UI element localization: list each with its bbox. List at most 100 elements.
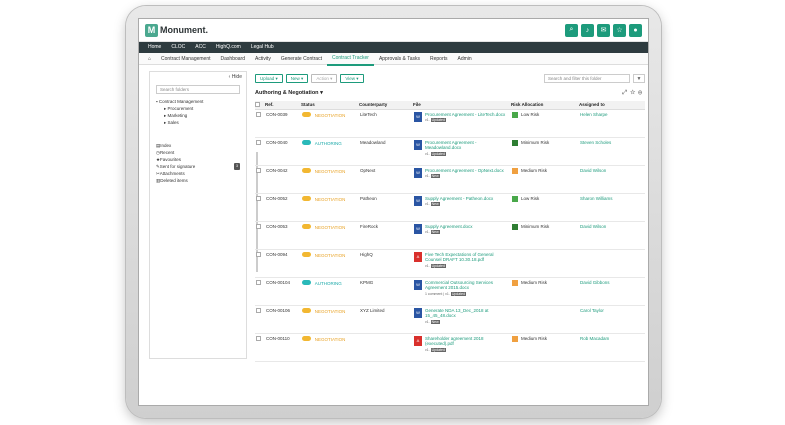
assignee-link[interactable]: Helen Sharpe [580,112,608,117]
table-row[interactable]: CON-0042 NEGOTIATION OpNext W Procurement… [255,165,645,194]
file-cell: W Supply Agreement.docx v1. New [413,221,511,250]
bell-icon[interactable]: ♪ [581,23,594,37]
status-label: AUTHORING [314,280,342,286]
global-nav: Home CLOC ACC HighQ.com Legal Hub [139,42,648,53]
menu-reports[interactable]: Reports [425,53,453,65]
star-icon[interactable]: ☆ [613,23,626,37]
counterparty-cell [359,333,413,362]
sidebar-item-recent[interactable]: ◷ Recent [156,149,240,156]
file-meta: v1. [425,319,430,324]
search-icon[interactable]: ⌕ [565,23,578,37]
mail-icon[interactable]: ✉ [597,23,610,37]
menu-activity[interactable]: Activity [250,53,276,65]
table-row[interactable]: CON-0039 NEGOTIATION LiteTech W Procureme… [255,109,645,138]
assignee-link[interactable]: Sharon Williams [580,196,613,201]
col-status[interactable]: Status [301,101,359,110]
counterparty-cell: OpNext [359,165,413,194]
file-meta: 1 comment | v1. [425,291,450,296]
table-row[interactable]: CON-0040 AUTHORING Meadowland W Procureme… [255,137,645,166]
nav-acc[interactable]: ACC [190,42,211,53]
word-file-icon: W [414,279,422,290]
assignee-link[interactable]: Steven Scholes [580,140,611,145]
table-row[interactable]: CON-00104 AUTHORING KPMG W Commercial Out… [255,277,645,306]
table-row[interactable]: CON-0053 NEGOTIATION FireRock W Supply Ag… [255,221,645,250]
view-icons[interactable]: ⤢☆⊖ [622,90,645,97]
filter-icon[interactable]: ▼ [633,74,645,83]
sidebar-item-index[interactable]: ▤ Index [156,142,240,149]
menu-admin[interactable]: Admin [453,53,477,65]
menu-generate-contract[interactable]: Generate Contract [276,53,327,65]
assigned-cell: Helen Sharpe [579,109,645,138]
action-button[interactable]: Action ▾ [311,74,338,83]
logo[interactable]: M Monument. [145,23,208,37]
hide-button[interactable]: ‹ Hide [150,72,246,82]
folder-procurement[interactable]: ▸ Procurement [156,105,240,112]
risk-cell: Low Risk [511,193,579,222]
nav-legal-hub[interactable]: Legal Hub [246,42,279,53]
folder-marketing[interactable]: ▸ Marketing [156,112,240,119]
risk-label: Minimum Risk [521,139,550,145]
assignee-link[interactable]: Carol Taylor [580,308,604,313]
nav-home[interactable]: Home [143,42,166,53]
risk-swatch [512,111,518,118]
counterparty-cell: LiteTech [359,109,413,138]
home-icon[interactable]: ⌂ [143,53,156,65]
menu-contract-management[interactable]: Contract Management [156,53,215,65]
row-checkbox[interactable] [255,305,265,334]
view-title[interactable]: Authoring & Negotiation ▾ ⤢☆⊖ [255,90,645,97]
col-risk[interactable]: Risk Allocation [511,101,579,110]
nav-cloc[interactable]: CLOC [166,42,190,53]
risk-label: Medium Risk [521,167,548,173]
folder-search-input[interactable]: Search folders [156,85,240,94]
folder-root[interactable]: ▪ Contract Management [156,98,240,105]
table-row[interactable]: CON-00106 NEGOTIATION XYZ Limited W Gener… [255,305,645,334]
file-link[interactable]: Commercial Outsourcing Services Agreemen… [425,280,510,291]
user-icon[interactable]: ● [629,23,642,37]
row-checkbox[interactable] [255,333,265,362]
row-checkbox[interactable] [255,277,265,306]
new-button[interactable]: New ▾ [285,74,309,83]
row-checkbox[interactable] [255,221,265,250]
status-pill [302,279,311,285]
col-counterparty[interactable]: Counterparty [359,101,413,110]
ref-cell: CON-0053 [265,221,301,250]
nav-highq[interactable]: HighQ.com [211,42,246,53]
sidebar-item-deleted[interactable]: ▥ Deleted items [156,177,240,184]
assignee-link[interactable]: David Gibbons [580,280,610,285]
table-row[interactable]: CON-00110 NEGOTIATION A Shareholder agree… [255,333,645,362]
file-link[interactable]: Shareholder agreement 2018 (executed).pd… [425,336,510,347]
file-link[interactable]: Five Tech Expectations of General Counse… [425,252,510,263]
select-all[interactable] [255,101,265,110]
view-button[interactable]: View ▾ [340,74,364,83]
row-checkbox[interactable] [255,165,265,194]
folder-sales[interactable]: ▸ Sales [156,119,240,126]
file-link[interactable]: Supply Agreement.docx [425,224,473,230]
row-checkbox[interactable] [255,193,265,222]
menu-dashboard[interactable]: Dashboard [216,53,250,65]
file-link[interactable]: Generate NDA 13_Dec_2018 at 15_45_48.doc… [425,308,510,319]
file-link[interactable]: Procurement Agreement - LiteTech.docx [425,112,505,118]
assignee-link[interactable]: David Wilson [580,224,606,229]
status-label: NEGOTIATION [314,224,346,230]
row-checkbox[interactable] [255,109,265,138]
col-file[interactable]: File [413,101,511,110]
file-link[interactable]: Procurement Agreement - OpNext.docx [425,168,504,174]
sidebar-item-attachments[interactable]: ✂ Attachments [156,170,240,177]
table-row[interactable]: CON-0094 NEGOTIATION HighQ A Five Tech Ex… [255,249,645,278]
table-row[interactable]: CON-0052 NEGOTIATION Patheon W Supply Agr… [255,193,645,222]
file-link[interactable]: Procurement Agreement - Meadowland.docx [425,140,510,151]
word-file-icon: W [414,111,422,122]
file-link[interactable]: Supply Agreement - Patheon.docx [425,196,493,202]
menu-contract-tracker[interactable]: Contract Tracker [326,52,374,66]
assignee-link[interactable]: Rob Macadam [580,336,609,341]
folder-filter-input[interactable]: Search and filter this folder [544,74,630,83]
row-checkbox[interactable] [255,137,265,166]
upload-button[interactable]: Upload ▾ [255,74,283,83]
col-assigned[interactable]: Assigned to [579,101,645,110]
col-ref[interactable]: Ref. [265,101,301,110]
assignee-link[interactable]: David Wilson [580,168,606,173]
sidebar-item-sent[interactable]: ✎ Sent for signature 3 [156,163,240,170]
sidebar-item-favourites[interactable]: ★ Favourites [156,156,240,163]
menu-approvals[interactable]: Approvals & Tasks [374,53,425,65]
row-checkbox[interactable] [255,249,265,278]
